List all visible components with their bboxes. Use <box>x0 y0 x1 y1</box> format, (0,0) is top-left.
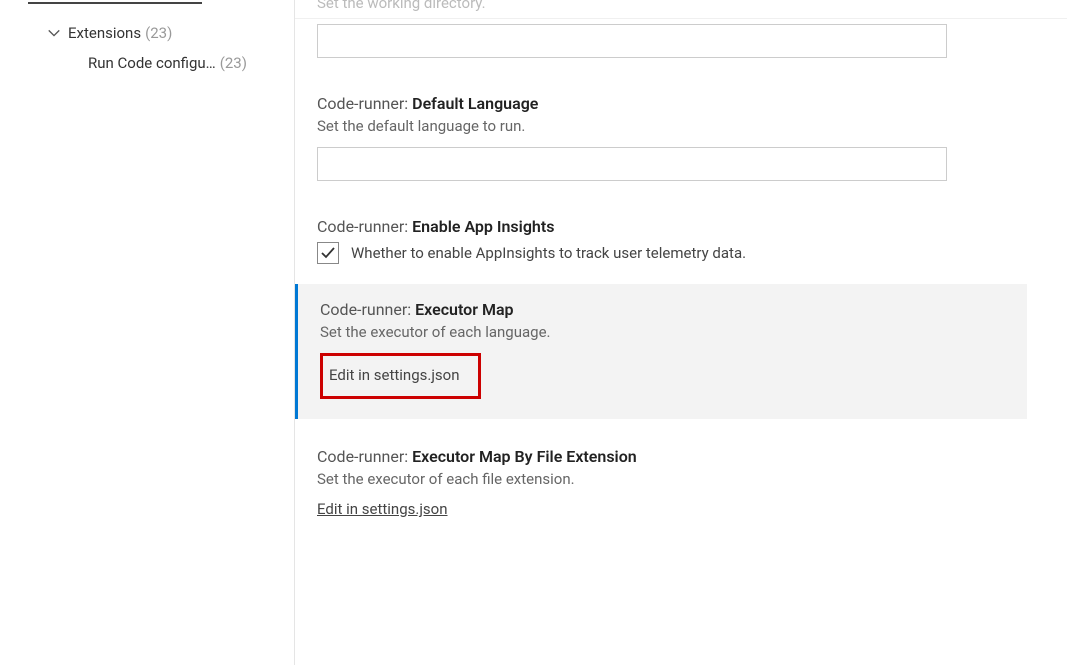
setting-prefix: Code-runner: <box>317 217 412 236</box>
setting-title: Code-runner: Default Language <box>317 94 1027 113</box>
sidebar-item-run-code[interactable]: Run Code configu… (23) <box>0 48 294 78</box>
setting-cwd: Set the working directory. <box>317 0 1027 78</box>
default-language-input[interactable] <box>317 147 947 181</box>
setting-prefix: Code-runner: <box>317 94 412 113</box>
app-insights-checkbox[interactable] <box>317 242 339 264</box>
setting-prefix: Code-runner: <box>317 447 412 466</box>
setting-default-language: Code-runner: Default Language Set the de… <box>317 78 1027 201</box>
highlight-box: Edit in settings.json <box>320 353 481 399</box>
chevron-down-icon <box>46 25 62 41</box>
top-divider <box>295 18 1067 19</box>
setting-desc: Set the executor of each file extension. <box>317 470 1027 488</box>
sidebar-extensions-label: Extensions <box>68 24 141 42</box>
setting-executor-map-by-ext: Code-runner: Executor Map By File Extens… <box>317 431 1027 540</box>
setting-name: Executor Map By File Extension <box>412 447 637 466</box>
check-icon <box>320 245 336 261</box>
edit-in-settings-link[interactable]: Edit in settings.json <box>317 500 448 520</box>
setting-name: Default Language <box>412 94 538 113</box>
setting-executor-map: Code-runner: Executor Map Set the execut… <box>295 284 1027 419</box>
sidebar-item-extensions[interactable]: Extensions (23) <box>0 18 294 48</box>
setting-prefix: Code-runner: <box>320 300 415 319</box>
setting-title: Code-runner: Executor Map <box>320 300 1027 319</box>
checkbox-label: Whether to enable AppInsights to track u… <box>351 244 746 262</box>
tab-underline <box>28 2 202 4</box>
sidebar-extensions-count: (23) <box>145 24 172 42</box>
setting-title: Code-runner: Executor Map By File Extens… <box>317 447 1027 466</box>
setting-name: Enable App Insights <box>412 217 554 236</box>
setting-cwd-desc: Set the working directory. <box>317 0 1027 12</box>
setting-name: Executor Map <box>415 300 513 319</box>
setting-desc: Set the executor of each language. <box>320 323 1027 341</box>
setting-desc: Set the default language to run. <box>317 117 1027 135</box>
settings-sidebar: Extensions (23) Run Code configu… (23) <box>0 0 295 665</box>
setting-enable-app-insights: Code-runner: Enable App Insights Whether… <box>317 201 1027 284</box>
checkbox-row: Whether to enable AppInsights to track u… <box>317 242 1027 264</box>
edit-in-settings-link[interactable]: Edit in settings.json <box>321 360 468 390</box>
settings-content: Set the working directory. Code-runner: … <box>295 0 1067 665</box>
cwd-input[interactable] <box>317 24 947 58</box>
sidebar-runcode-label: Run Code configu… <box>88 54 216 72</box>
sidebar-runcode-count: (23) <box>220 54 247 72</box>
setting-title: Code-runner: Enable App Insights <box>317 217 1027 236</box>
